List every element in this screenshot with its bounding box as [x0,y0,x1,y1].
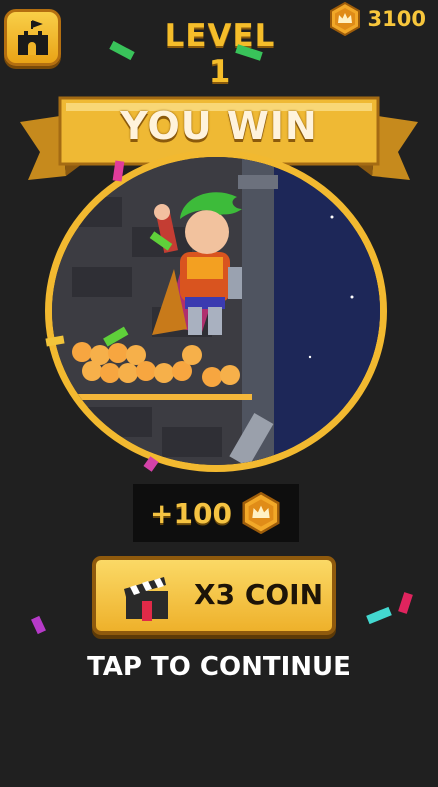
confetti-piece [366,606,392,625]
crown-coin-icon [242,492,280,534]
reward-amount: +100 [150,496,232,530]
clapperboard-icon [124,577,168,621]
confetti-piece [109,40,135,61]
x3-coin-label: X3 COIN [194,578,324,611]
coin-balance: 3100 [367,7,426,31]
castle-home-button[interactable] [4,9,61,66]
x3-coin-button[interactable]: X3 COIN [92,556,336,635]
hero-portrait [45,150,387,472]
win-banner-text: YOU WIN [120,104,318,148]
tap-to-continue[interactable]: TAP TO CONTINUE [0,652,438,682]
castle-icon [18,20,48,55]
level-title: LEVEL 1 [164,18,276,90]
confetti-piece [31,615,46,635]
confetti-piece [398,592,413,614]
crown-coin-icon [329,2,360,36]
reward-panel: +100 [133,484,299,542]
coin-counter: 3100 [328,2,426,36]
